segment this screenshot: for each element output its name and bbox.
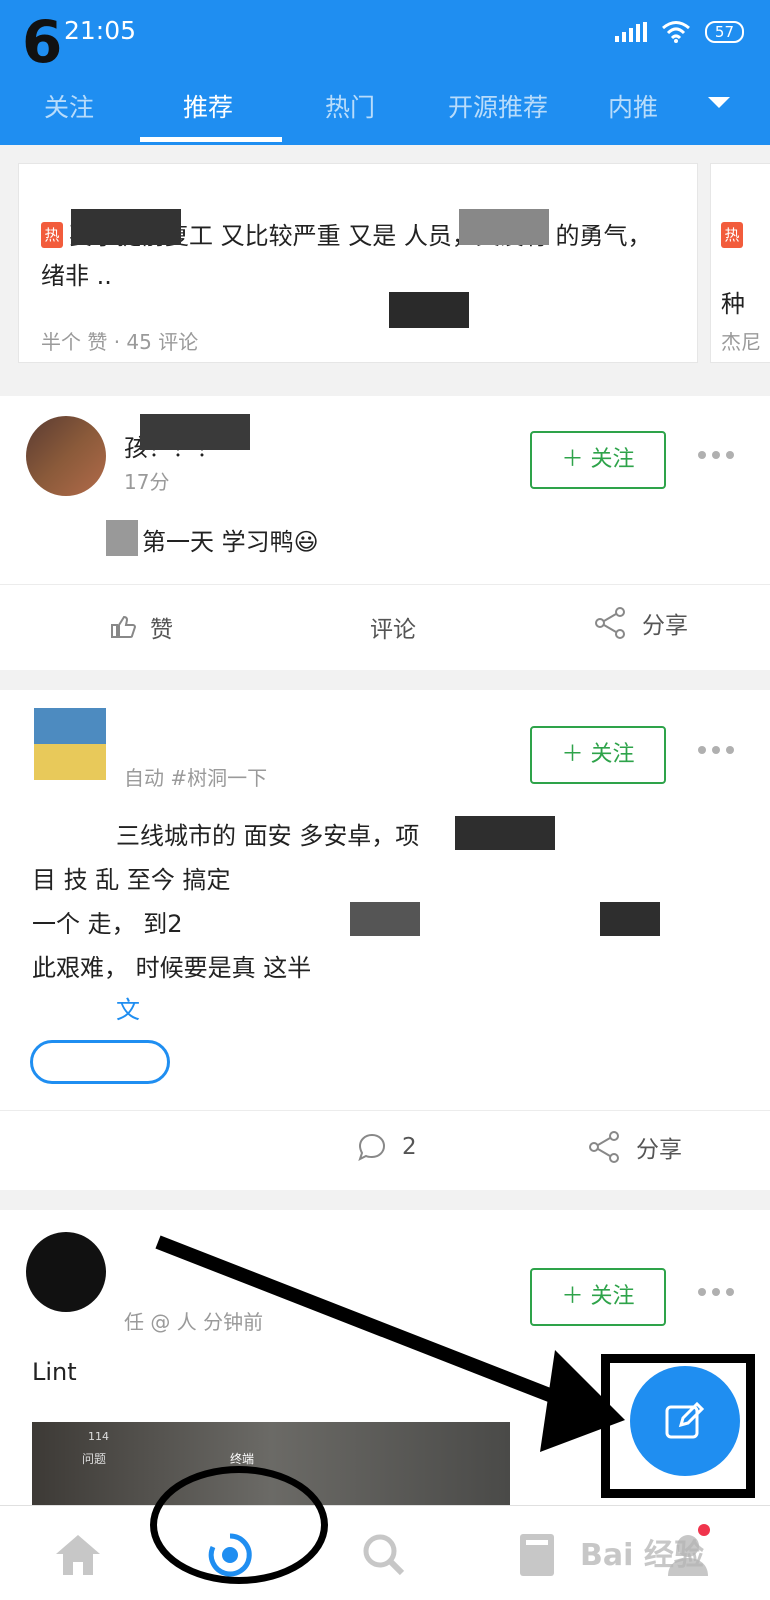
search-tab[interactable] [356,1530,412,1580]
home-tab[interactable] [50,1530,106,1580]
watermark: Bai 经验 [580,1538,704,1573]
edit-icon [665,1401,705,1439]
home-icon [56,1535,100,1575]
compose-button[interactable] [630,1366,740,1476]
search-icon [363,1534,405,1576]
library-tab[interactable] [508,1530,564,1580]
annotation-circle [150,1466,328,1584]
book-icon [520,1534,554,1576]
